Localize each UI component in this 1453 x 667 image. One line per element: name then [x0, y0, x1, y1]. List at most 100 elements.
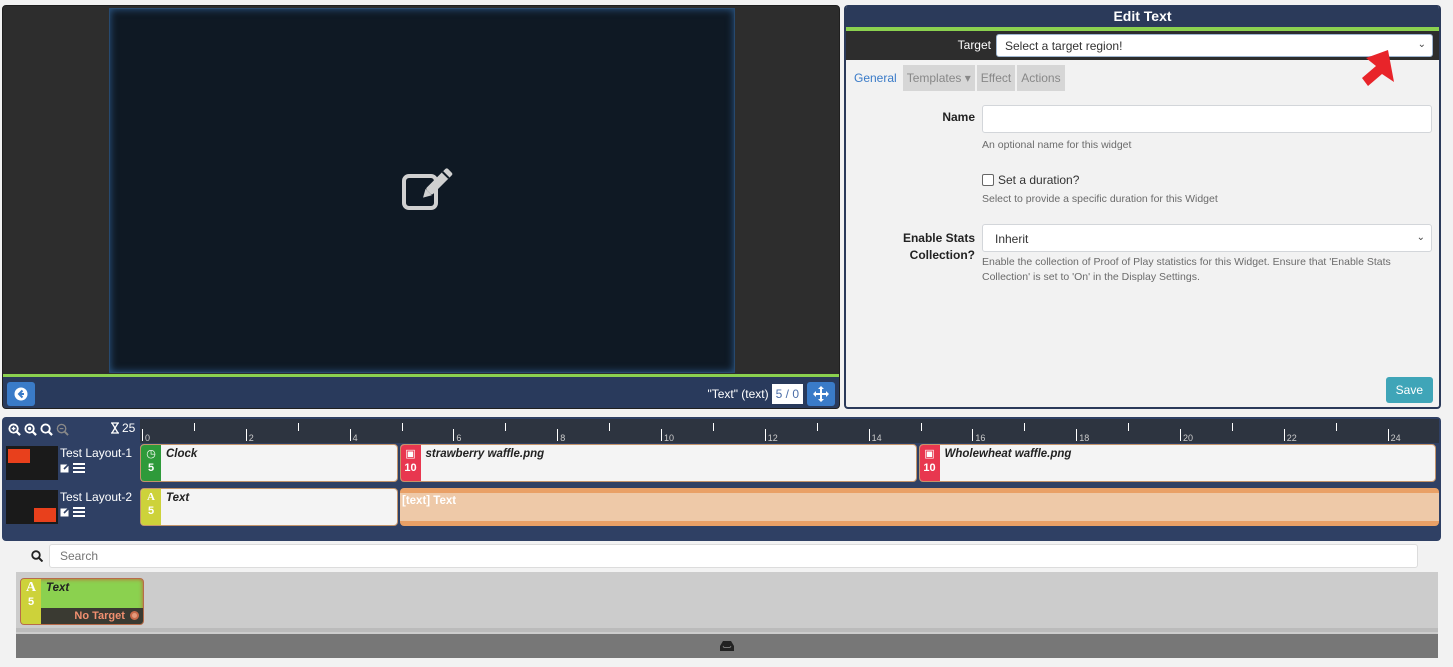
ruler-label: 24 [1390, 433, 1401, 443]
ruler-label: 0 [145, 433, 151, 443]
stats-select-value: Inherit [995, 232, 1029, 246]
ruler-label: 22 [1286, 433, 1297, 443]
ruler-tick [1180, 429, 1181, 441]
search-input[interactable] [49, 544, 1418, 568]
tab-general[interactable]: General [850, 65, 901, 91]
zoom-controls [8, 423, 69, 436]
target-bar: Target Select a target region! ⌄ [846, 31, 1439, 60]
edit-tabs: General Templates ▾ Effect Actions [850, 65, 1065, 91]
ruler-tick [1024, 423, 1026, 431]
widget-toolbox: A 5 Text No Target [16, 541, 1438, 658]
chevron-down-icon: ⌄ [1416, 232, 1425, 243]
tab-actions[interactable]: Actions [1017, 65, 1065, 91]
edit-icon[interactable] [60, 463, 70, 473]
empty-region-background: [text] Text [400, 488, 1439, 526]
viewer-canvas[interactable] [109, 8, 735, 373]
widget-type-badge: ◷ 5 [141, 445, 161, 481]
ruler-label: 6 [456, 433, 462, 443]
image-icon: ▣ [405, 448, 416, 460]
tab-effect[interactable]: Effect [976, 65, 1016, 91]
viewer-footer: "Text" (text) 5 / 0 [3, 377, 839, 408]
ruler-tick [661, 429, 662, 441]
layout-name: Test Layout-1 [60, 446, 133, 460]
timeline-ruler[interactable]: 0 2 4 6 8 10 12 14 16 18 20 22 24 [140, 419, 1439, 443]
layout-viewer: "Text" (text) 5 / 0 [2, 5, 840, 409]
viewer-widget-info: "Text" (text) 5 / 0 [707, 384, 803, 404]
layout-duration-value: 25 [122, 421, 136, 435]
widget-name: Wholewheat waffle.png [944, 448, 1072, 460]
ruler-label: 2 [248, 433, 254, 443]
ruler-label: 16 [975, 433, 986, 443]
set-duration-label: Set a duration? [998, 173, 1080, 187]
timeline-row: Test Layout-1 ◷ 5 Clock ▣ 10 strawberry waffl… [4, 443, 1439, 483]
widget-name: Text [166, 492, 190, 504]
back-button[interactable] [7, 382, 35, 406]
arrow-left-circle-icon [14, 387, 28, 401]
ruler-tick [401, 423, 403, 431]
inbox-icon [720, 641, 734, 651]
timeline: 25 0 2 4 6 8 10 12 14 16 18 20 22 24 Test Layout-1 ◷… [2, 417, 1441, 541]
layout-duration: 25 [110, 421, 135, 435]
ruler-tick [1335, 423, 1337, 431]
timeline-widget[interactable]: A 5 Text [140, 488, 398, 526]
checkbox-box[interactable] [982, 174, 994, 186]
toolbox-widget-card[interactable]: A 5 Text No Target [20, 578, 144, 625]
font-A-icon: A [147, 491, 155, 503]
timeline-widget[interactable]: ◷ 5 Clock [140, 444, 398, 482]
ruler-tick [453, 429, 455, 441]
toolbox-divider [16, 628, 1438, 632]
chevron-down-icon: ⌄ [1417, 39, 1426, 50]
target-icon [130, 611, 139, 620]
widget-name: strawberry waffle.png [425, 448, 545, 460]
zoom-reset-icon[interactable] [40, 423, 53, 436]
ruler-tick [1387, 429, 1389, 441]
list-icon[interactable] [73, 463, 85, 473]
ruler-tick [1231, 423, 1233, 431]
region-background-label: [text] Text [402, 495, 457, 507]
timeline-row: Test Layout-2 [text] Text A 5 Text [4, 487, 1439, 527]
ruler-tick [297, 423, 299, 431]
widget-label: "Text" (text) [707, 387, 769, 401]
list-icon[interactable] [73, 507, 85, 517]
set-duration-checkbox[interactable]: Set a duration? [982, 173, 1079, 187]
toolbox-toggle[interactable] [16, 634, 1438, 658]
layout-name: Test Layout-2 [60, 490, 133, 504]
timeline-widget[interactable]: ▣ 10 strawberry waffle.png [399, 444, 917, 482]
edit-icon [402, 168, 453, 210]
ruler-tick [920, 423, 922, 431]
ruler-tick [1076, 429, 1078, 441]
ruler-tick [816, 423, 818, 431]
ruler-label: 12 [767, 433, 778, 443]
clock-icon: ◷ [146, 448, 156, 460]
stats-label: Enable Stats Collection? [903, 230, 975, 264]
widget-duration: 5 [147, 505, 155, 517]
name-help: An optional name for this widget [982, 139, 1132, 151]
edit-panel-title: Edit Text [846, 5, 1439, 27]
toolbox-search-row [16, 541, 1438, 572]
no-target-status: No Target [41, 608, 143, 624]
widget-duration: 5 [27, 596, 35, 608]
zoom-out-icon[interactable] [56, 423, 69, 436]
layout-thumbnail [6, 446, 58, 480]
stats-select[interactable]: Inherit ⌄ [982, 224, 1432, 252]
tab-templates[interactable]: Templates ▾ [902, 65, 975, 91]
search-icon [31, 550, 43, 562]
zoom-fit-icon[interactable] [24, 423, 37, 436]
widget-duration: 5 / 0 [771, 384, 803, 404]
widget-duration: 10 [923, 462, 936, 474]
ruler-label: 10 [664, 433, 675, 443]
ruler-tick [245, 429, 247, 441]
stats-label-line2: Collection? [909, 248, 975, 262]
timeline-widget[interactable]: ▣ 10 Wholewheat waffle.png [918, 444, 1436, 482]
edit-panel: Edit Text Target Select a target region!… [844, 5, 1441, 409]
zoom-in-icon[interactable] [8, 423, 21, 436]
save-button[interactable]: Save [1385, 377, 1433, 403]
ruler-tick [1283, 429, 1285, 441]
edit-icon[interactable] [60, 507, 70, 517]
ruler-tick [868, 429, 870, 441]
layout-actions [60, 507, 85, 517]
ruler-tick [712, 423, 714, 431]
name-input[interactable] [982, 105, 1432, 133]
ruler-tick [349, 429, 351, 441]
move-button[interactable] [807, 382, 835, 406]
